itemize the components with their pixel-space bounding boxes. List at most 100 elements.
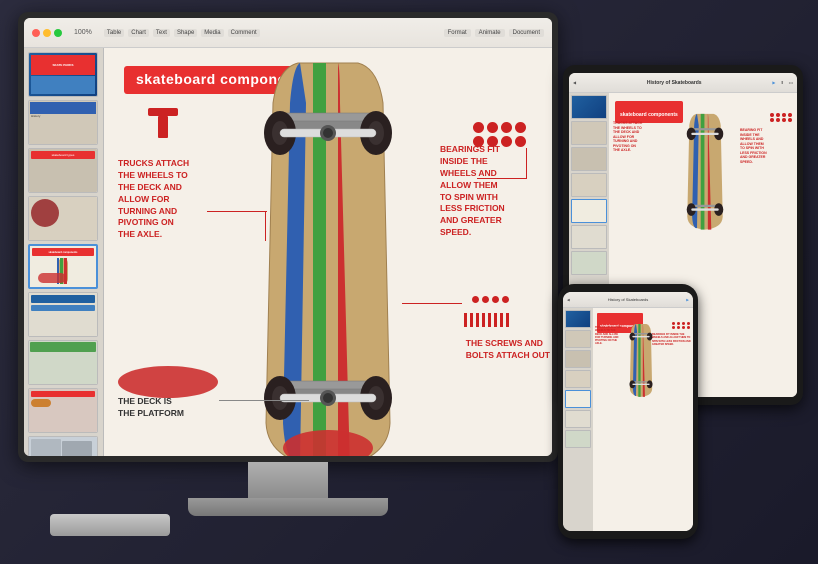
phone-play-icon[interactable]: ▶	[686, 298, 689, 302]
phone: ◀ History of Skateboards ▶ skateboard co…	[558, 284, 698, 544]
add-media-btn[interactable]: Media	[201, 29, 223, 37]
screw-line-7	[500, 313, 503, 327]
screw-line-6	[494, 313, 497, 327]
slide-panel[interactable]: SKATE PARKS History	[24, 48, 104, 456]
bearing-dot-2	[487, 122, 498, 133]
screw-dot-4	[502, 296, 509, 303]
tablet-thumb-2[interactable]	[571, 121, 607, 145]
slide-thumb-4[interactable]	[28, 196, 98, 241]
bearing-dot-1	[473, 122, 484, 133]
phone-bearings-text: BEARINGS FIT INSIDE THE WHEELS AND ALLOW…	[652, 333, 692, 346]
trucks-text: TRUCKS ATTACHTHE WHEELS TOTHE DECK ANDAL…	[118, 158, 208, 241]
deck-line	[219, 400, 309, 401]
animate-btn[interactable]: Animate	[475, 29, 505, 37]
tablet-share-icon[interactable]: ⬆	[780, 80, 783, 85]
skateboard-illustration	[228, 53, 428, 456]
screws-dots	[472, 296, 510, 303]
toolbar-buttons: Table Chart Text Shape Media Comment	[104, 29, 260, 37]
tablet-toolbar: ◀ History of Skateboards ▶ ⬆ •••	[569, 73, 797, 93]
screw-line-3	[476, 313, 479, 327]
tablet-skateboard	[675, 111, 735, 231]
screw-line-2	[470, 313, 473, 327]
tablet-more-icon[interactable]: •••	[789, 80, 793, 85]
slide-thumb-2[interactable]: History	[28, 100, 98, 145]
phone-bearings-dots	[672, 322, 691, 329]
trucks-annotation: TRUCKS ATTACHTHE WHEELS TOTHE DECK ANDAL…	[118, 168, 208, 241]
main-slide: skateboard components	[104, 48, 552, 456]
phone-thumb-1[interactable]	[565, 310, 591, 328]
slide-thumb-7[interactable]	[28, 340, 98, 385]
screw-line-1	[464, 313, 467, 327]
phone-slide-panel[interactable]	[563, 308, 593, 531]
phone-thumb-5[interactable]	[565, 390, 591, 408]
phone-title: History of Skateboards	[570, 297, 687, 302]
add-chart-btn[interactable]: Chart	[128, 29, 149, 37]
phone-trucks-text: TRUCKS ATTACH THE WHEELS TO THE DECK AND…	[595, 326, 623, 346]
tablet-bearings-dots	[770, 113, 793, 122]
tablet-slide-title: skateboard components	[620, 112, 678, 118]
add-shape-btn[interactable]: Shape	[174, 29, 197, 37]
document-btn[interactable]: Document	[509, 29, 544, 37]
phone-bezel: ◀ History of Skateboards ▶ skateboard co…	[558, 284, 698, 539]
phone-skateboard	[623, 320, 659, 400]
tablet-title: History of Skateboards	[579, 80, 769, 86]
screw-dot-1	[472, 296, 479, 303]
screw-line-5	[488, 313, 491, 327]
add-table-btn[interactable]: Table	[104, 29, 124, 37]
tablet-thumb-4[interactable]	[571, 173, 607, 197]
slide-thumb-9[interactable]	[28, 436, 98, 456]
phone-thumb-3[interactable]	[565, 350, 591, 368]
mac-mini	[50, 514, 170, 536]
screws-text: THE SCREWS ANDBOLTS ATTACH OUT	[466, 338, 550, 362]
phone-content: skateboard components	[563, 308, 693, 531]
phone-screen: ◀ History of Skateboards ▶ skateboard co…	[563, 292, 693, 531]
tablet-thumb-7[interactable]	[571, 251, 607, 275]
maximize-button[interactable]	[54, 29, 62, 37]
minimize-button[interactable]	[43, 29, 51, 37]
screw-dot-2	[482, 296, 489, 303]
phone-thumb-6[interactable]	[565, 410, 591, 428]
trucks-line	[207, 211, 267, 212]
monitor-bezel: 100% Table Chart Text Shape Media Commen…	[18, 12, 558, 462]
add-text-btn[interactable]: Text	[153, 29, 170, 37]
phone-thumb-2[interactable]	[565, 330, 591, 348]
window-controls	[32, 29, 62, 37]
deck-text: THE DECK ISTHE PLATFORM	[118, 396, 184, 420]
slide-thumb-5[interactable]: skateboard components	[28, 244, 98, 289]
phone-thumb-7[interactable]	[565, 430, 591, 448]
tablet-play-icon[interactable]: ▶	[772, 80, 775, 85]
zoom-level: 100%	[74, 29, 92, 36]
screws-icon	[464, 313, 510, 327]
phone-thumb-4[interactable]	[565, 370, 591, 388]
screw-line-4	[482, 313, 485, 327]
format-btn[interactable]: Format	[444, 29, 471, 37]
screws-line	[402, 303, 462, 304]
close-button[interactable]	[32, 29, 40, 37]
slide-thumb-1[interactable]: SKATE PARKS	[28, 52, 98, 97]
monitor-screen: 100% Table Chart Text Shape Media Commen…	[24, 18, 552, 456]
phone-main-slide: skateboard components	[593, 308, 693, 531]
tablet-thumb-6[interactable]	[571, 225, 607, 249]
slide-thumb-6[interactable]	[28, 292, 98, 337]
monitor-stand-neck	[248, 462, 328, 502]
content-area: SKATE PARKS History	[24, 48, 552, 456]
monitor-stand-base	[188, 498, 388, 516]
tablet-thumb-1[interactable]	[571, 95, 607, 119]
tablet-back-icon: ◀	[573, 80, 576, 85]
monitor: 100% Table Chart Text Shape Media Commen…	[18, 12, 578, 532]
tablet-trucks-text: TRUCKS ATTACHTHE WHEELS TOTHE DECK ANDAL…	[613, 121, 651, 153]
tablet-thumb-3[interactable]	[571, 147, 607, 171]
tablet-thumb-5[interactable]	[571, 199, 607, 223]
bearings-text: BEARINGS FITINSIDE THEWHEELS ANDALLOW TH…	[440, 144, 550, 239]
bearing-dot-3	[501, 122, 512, 133]
slide-thumb-8[interactable]	[28, 388, 98, 433]
slide-thumb-3[interactable]: skateboard types	[28, 148, 98, 193]
bearing-dot-4	[515, 122, 526, 133]
screw-dot-3	[492, 296, 499, 303]
add-comment-btn[interactable]: Comment	[228, 29, 260, 37]
tablet-slide-title-box: skateboard components	[615, 101, 683, 123]
screw-line-8	[506, 313, 509, 327]
toolbar: 100% Table Chart Text Shape Media Commen…	[24, 18, 552, 48]
tablet-bearings-text: BEARING FITINSIDE THEWHEELS ANDALLOW THE…	[740, 128, 795, 164]
phone-toolbar: ◀ History of Skateboards ▶	[563, 292, 693, 308]
